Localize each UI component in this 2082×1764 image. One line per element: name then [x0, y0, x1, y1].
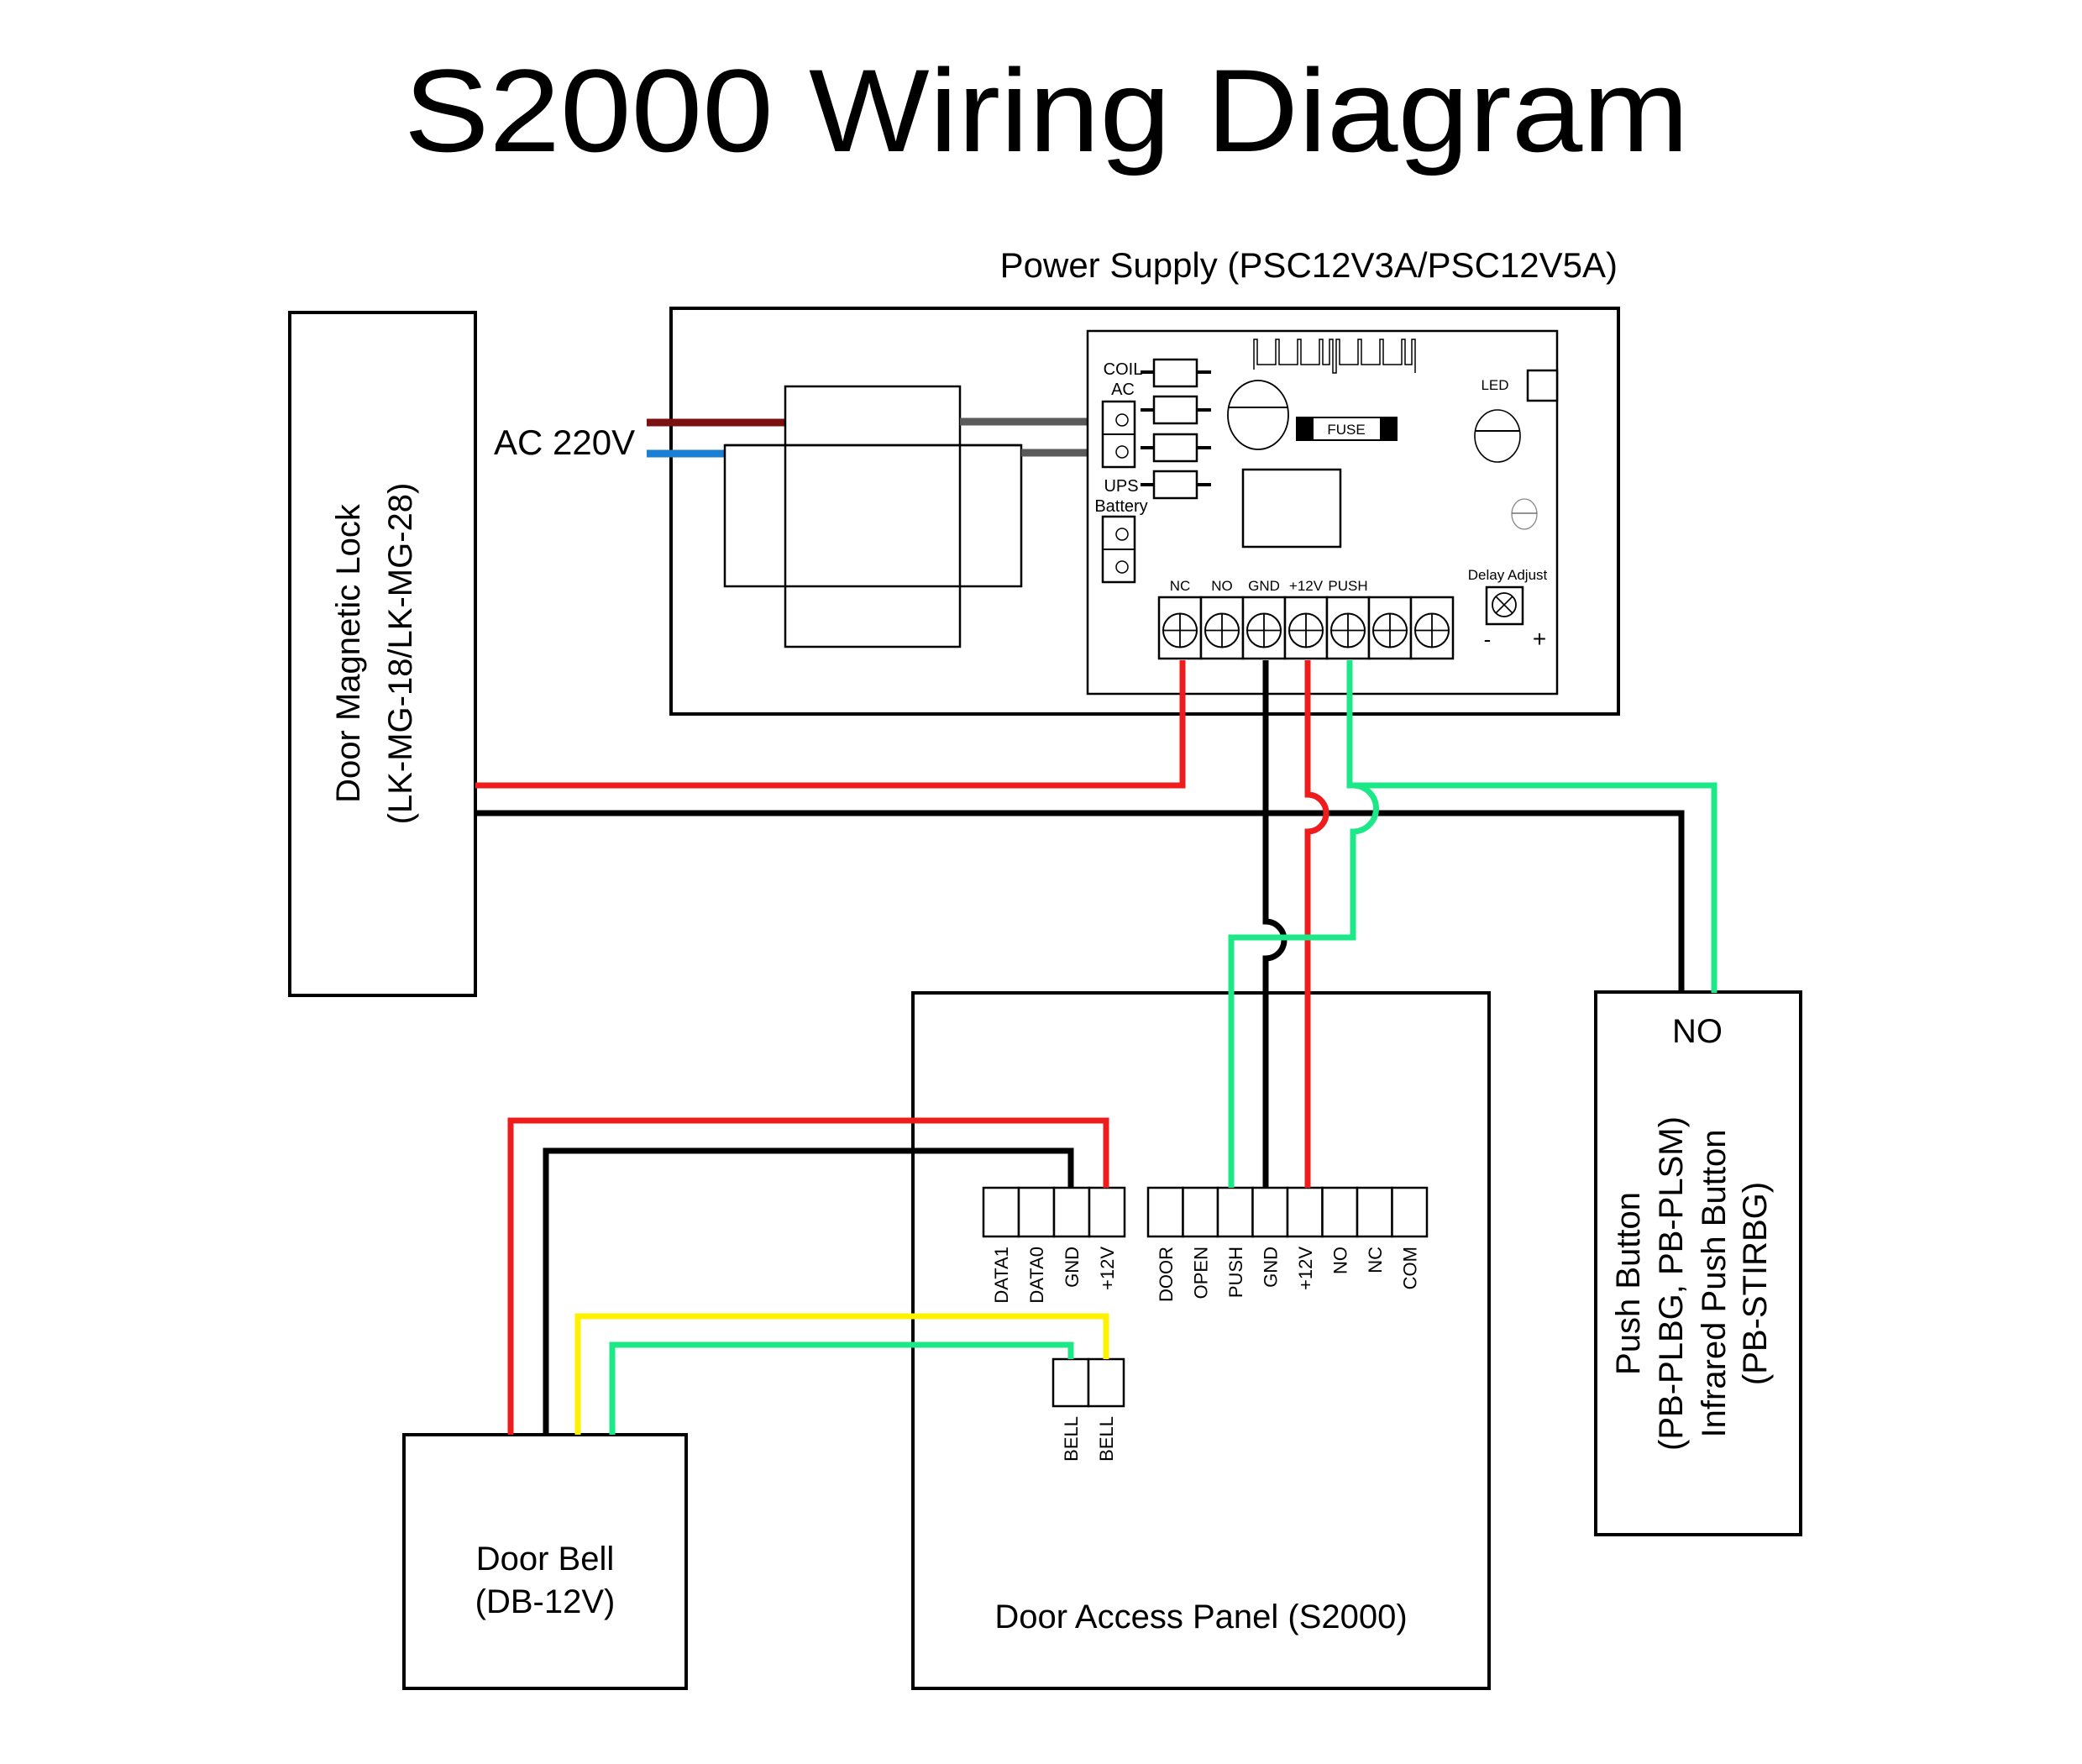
ps-terminal-label: +12V	[1289, 578, 1324, 594]
panel-terminal-label: NO	[1329, 1247, 1350, 1274]
ps-terminal-label: NO	[1211, 578, 1233, 594]
bell-terminal-label: BELL	[1061, 1416, 1082, 1462]
ps-terminal-push[interactable]: PUSH	[1325, 578, 1371, 660]
fuse-label: FUSE	[1327, 422, 1365, 438]
reader-terminal-label: GND	[1062, 1247, 1083, 1288]
access-panel-label: Door Access Panel (S2000)	[994, 1599, 1407, 1635]
led-indicator	[1526, 369, 1559, 402]
relay-chip	[1241, 468, 1342, 549]
panel-terminal-label: GND	[1260, 1247, 1281, 1288]
panel-terminal-label: PUSH	[1225, 1247, 1246, 1298]
capacitor-large	[1227, 380, 1289, 450]
delay-adjust-label: Delay Adjust	[1468, 567, 1548, 583]
ups-battery-label-2: Battery	[1094, 497, 1147, 516]
wiring-diagram: S2000 Wiring Diagram Power Supply (PSC12…	[288, 45, 1802, 1690]
push-button-label: Push Button	[1610, 1192, 1647, 1375]
ps-terminal-unlabeled-5[interactable]	[1367, 596, 1413, 660]
push-button-no-label: NO	[1672, 1013, 1723, 1050]
access-panel-box	[911, 991, 1491, 1690]
panel-terminal-label: NC	[1365, 1247, 1386, 1273]
infrared-push-button-label: Infrared Push Button	[1696, 1130, 1733, 1438]
push-button-models: (PB-PLBG, PB-PLSM)	[1653, 1116, 1690, 1451]
ps-terminal-label: GND	[1248, 578, 1280, 594]
ps-terminal-plus12v[interactable]: +12V	[1283, 578, 1329, 660]
panel-terminal-label: +12V	[1295, 1247, 1316, 1290]
ups-battery-label: UPS	[1104, 477, 1138, 496]
fuse: FUSE	[1296, 417, 1398, 441]
capacitor-tiny	[1511, 498, 1538, 530]
ups-battery-connector	[1101, 515, 1136, 584]
reader-terminal-label: DATA1	[991, 1247, 1012, 1304]
panel-terminal-label: DOOR	[1156, 1247, 1177, 1302]
delay-minus-label: -	[1484, 627, 1492, 652]
door-lock-label: Door Magnetic Lock	[330, 503, 367, 803]
led-label: LED	[1481, 377, 1508, 393]
coil-ac-connector	[1101, 400, 1136, 469]
ps-terminal-gnd[interactable]: GND	[1241, 578, 1287, 660]
door-bell-label: Door Bell	[476, 1541, 615, 1578]
coil-ac-label: COIL	[1104, 360, 1143, 379]
reader-terminal-label: +12V	[1097, 1247, 1118, 1290]
capacitor-small	[1474, 409, 1521, 463]
delay-adjust-potentiometer[interactable]	[1485, 585, 1524, 626]
coil-ac-label-2: AC	[1111, 381, 1135, 399]
bell-terminal-label: BELL	[1096, 1416, 1117, 1462]
diagram-title: S2000 Wiring Diagram	[404, 45, 1689, 176]
door-lock-model: (LK-MG-18/LK-MG-28)	[382, 483, 419, 825]
reader-terminal-label: DATA0	[1026, 1247, 1047, 1304]
power-supply-label: Power Supply (PSC12V3A/PSC12V5A)	[1000, 245, 1618, 285]
ps-terminal-label: NC	[1170, 578, 1191, 594]
ac-input-label: AC 220V	[494, 423, 635, 462]
delay-plus-label: +	[1533, 626, 1546, 652]
door-bell-model: (DB-12V)	[475, 1583, 616, 1620]
ps-terminal-label: PUSH	[1328, 578, 1367, 594]
panel-terminal-label: COM	[1399, 1247, 1420, 1289]
panel-terminal-label: OPEN	[1190, 1247, 1211, 1299]
wire-common-ground-black	[475, 810, 1685, 993]
infrared-push-button-model: (PB-STIRBG)	[1737, 1182, 1774, 1385]
ps-terminal-unlabeled-6[interactable]	[1409, 596, 1455, 660]
